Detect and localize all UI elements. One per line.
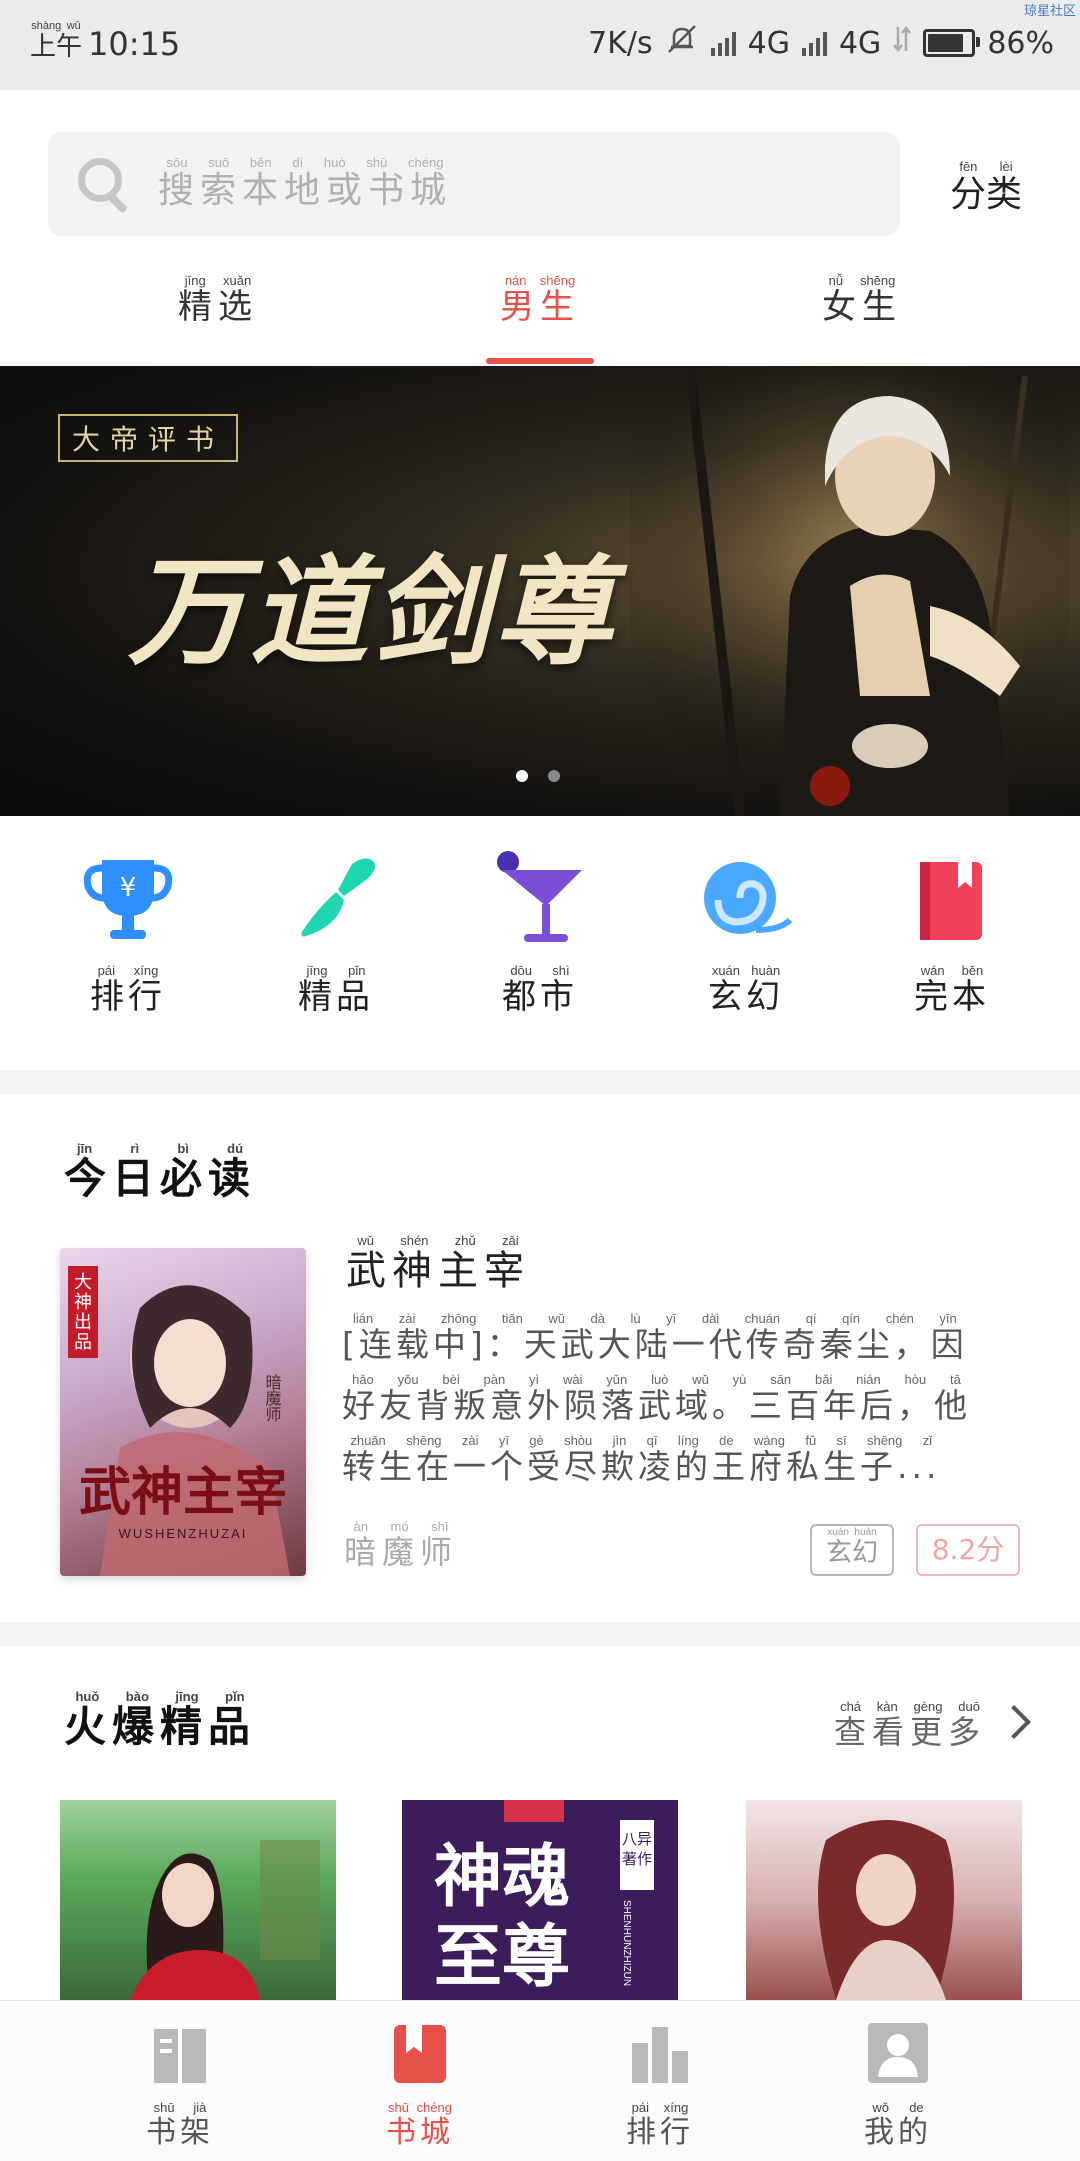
cover-art bbox=[818, 1820, 954, 2000]
promo-banner[interactable]: 大帝评书 万道剑尊 bbox=[0, 366, 1080, 816]
pagination-dot bbox=[548, 770, 560, 782]
category-premium[interactable]: 精品jīng pǐn bbox=[266, 850, 406, 1018]
svg-text:¥: ¥ bbox=[120, 873, 137, 903]
category-label: 都市 bbox=[502, 977, 578, 1017]
category-label: 排行 bbox=[90, 977, 166, 1017]
bookmark-icon bbox=[390, 2023, 450, 2085]
svg-text:著作: 著作 bbox=[622, 1850, 652, 1868]
category-label: 完本 bbox=[914, 977, 990, 1017]
cover-title-line2: 至尊 bbox=[434, 1918, 570, 1997]
cover-subtitle: WUSHENZHUZAI bbox=[119, 1526, 248, 1541]
cover-title: 武神主宰 bbox=[79, 1462, 287, 1523]
swirl-icon bbox=[696, 850, 796, 950]
cocktail-icon bbox=[490, 850, 590, 950]
cover-art: 神魂 至尊 八异 著作 SHENHUNZHIZUN bbox=[402, 1800, 678, 2000]
hot-book-cover-1[interactable] bbox=[60, 1800, 336, 2000]
data-arrows-icon bbox=[893, 25, 912, 61]
battery-icon bbox=[923, 29, 981, 57]
svg-text:品: 品 bbox=[74, 1332, 92, 1353]
banner-character-art bbox=[630, 366, 1070, 816]
banner-tag: 大帝评书 bbox=[58, 414, 239, 462]
network-type-1: 4G bbox=[747, 25, 790, 61]
battery-percent: 86% bbox=[987, 25, 1054, 61]
bar-chart-icon bbox=[630, 2023, 690, 2085]
category-completed[interactable]: 完本wán běn bbox=[882, 850, 1022, 1018]
bottom-navigation: 书架shū jià 书城shū chéng 排行pái xíng 我的wǒ de bbox=[0, 2000, 1080, 2161]
book-cover-art: 大 神 出 品 暗魔师 武神主宰 WUSHENZHUZAI bbox=[68, 1266, 290, 1576]
brush-icon bbox=[286, 850, 386, 950]
tab-male[interactable]: 男生nán shēng bbox=[440, 273, 640, 328]
category-grid: ¥ 排行pái xíng 精品jīng pǐn 都市dōu shì 玄幻xuán… bbox=[0, 850, 1080, 1030]
bookshelf-icon bbox=[150, 2023, 210, 2085]
banner-pagination bbox=[516, 770, 560, 782]
pagination-dot bbox=[516, 770, 528, 782]
status-indicators: 7K/s 4G 4G 86% bbox=[588, 24, 1054, 62]
search-icon bbox=[76, 156, 132, 212]
nav-profile[interactable]: 我的wǒ de bbox=[818, 2023, 978, 2151]
trophy-icon: ¥ bbox=[78, 850, 178, 950]
nav-label: 我的 bbox=[864, 2115, 932, 2150]
section-title-today: 今日必读jīn rì bì dú bbox=[64, 1141, 257, 1203]
nav-label: 书架 bbox=[146, 2115, 214, 2150]
banner-title: 万道剑尊 bbox=[128, 543, 617, 681]
tab-indicator bbox=[486, 358, 594, 364]
category-fantasy[interactable]: 玄幻xuán huàn bbox=[676, 850, 816, 1018]
profile-icon bbox=[868, 2023, 928, 2085]
book-description: [连载中]：天武大陆一代传奇秦尘，因lián zài zhōng tiān wǔ… bbox=[342, 1311, 971, 1486]
section-divider bbox=[0, 1622, 1080, 1646]
tab-featured[interactable]: 精选jīng xuǎn bbox=[118, 273, 318, 328]
nav-ranking[interactable]: 排行pái xíng bbox=[580, 2023, 740, 2151]
tab-bar: 精选jīng xuǎn 男生nán shēng 女生nǚ shēng bbox=[0, 270, 1080, 366]
cover-author: 暗魔师 bbox=[263, 1374, 282, 1422]
category-ranking[interactable]: ¥ 排行pái xíng bbox=[58, 850, 198, 1018]
nav-label: 排行 bbox=[626, 2115, 694, 2150]
book-title[interactable]: 武神主宰wǔ shén zhǔ zǎi bbox=[346, 1233, 530, 1296]
book-icon bbox=[902, 850, 1002, 950]
view-more-link[interactable]: 查看更多chá kàn gèng duō bbox=[834, 1699, 986, 1753]
svg-text:神: 神 bbox=[74, 1292, 92, 1313]
network-type-2: 4G bbox=[838, 25, 882, 61]
category-label: 精品 bbox=[298, 977, 374, 1017]
cover-title-line1: 神魂 bbox=[434, 1838, 570, 1917]
corner-watermark: 琼星社区 bbox=[1023, 4, 1076, 19]
category-label: 玄幻 bbox=[708, 977, 784, 1017]
signal-icon bbox=[710, 30, 736, 56]
svg-text:出: 出 bbox=[74, 1312, 92, 1333]
genre-badge: 玄幻xuán huàn bbox=[810, 1524, 894, 1576]
cover-side-label: 大 bbox=[74, 1272, 92, 1293]
chevron-right-icon[interactable] bbox=[997, 1705, 1031, 1739]
nav-label: 书城 bbox=[386, 2115, 454, 2150]
signal-icon bbox=[801, 30, 827, 56]
svg-text:八异: 八异 bbox=[622, 1830, 652, 1848]
cover-art bbox=[130, 1840, 320, 2000]
category-urban[interactable]: 都市dōu shì bbox=[470, 850, 610, 1018]
nav-bookstore[interactable]: 书城shū chéng bbox=[340, 2023, 500, 2151]
nav-bookshelf[interactable]: 书架shū jià bbox=[100, 2023, 260, 2151]
section-divider bbox=[0, 1070, 1080, 1094]
score-badge: 8.2分 bbox=[916, 1524, 1020, 1576]
tab-female[interactable]: 女生nǚ shēng bbox=[762, 273, 962, 328]
status-bar: 上午shàng wǔ 10:15 7K/s 4G 4G 86% 琼星社区 bbox=[0, 0, 1080, 90]
hot-book-cover-2[interactable]: 神魂 至尊 八异 著作 SHENHUNZHIZUN bbox=[402, 1800, 678, 2000]
cover-subtitle: SHENHUNZHIZUN bbox=[621, 1900, 632, 1986]
search-bar[interactable]: 搜索本地或书城sōu suǒ běn dì huò shū chéng bbox=[48, 132, 900, 236]
status-time: 上午shàng wǔ 10:15 bbox=[30, 20, 180, 63]
book-cover[interactable]: 大 神 出 品 暗魔师 武神主宰 WUSHENZHUZAI bbox=[60, 1248, 306, 1576]
clock: 10:15 bbox=[88, 25, 181, 63]
hot-book-cover-3[interactable] bbox=[746, 1800, 1022, 2000]
classify-button[interactable]: 分类fēn lèi bbox=[950, 159, 1022, 217]
mute-icon bbox=[665, 24, 699, 62]
section-title-hot: 火爆精品huǒ bào jīng pǐn bbox=[64, 1689, 257, 1751]
book-author: 暗魔师àn mó shī bbox=[344, 1519, 459, 1571]
search-placeholder: 搜索本地或书城sōu suǒ běn dì huò shū chéng bbox=[158, 154, 453, 211]
net-speed: 7K/s bbox=[588, 25, 653, 61]
status-ampm: 上午shàng wǔ bbox=[30, 20, 83, 62]
